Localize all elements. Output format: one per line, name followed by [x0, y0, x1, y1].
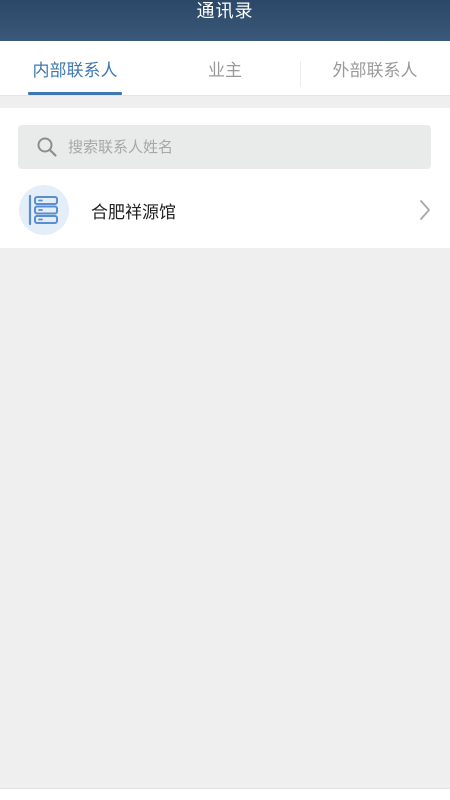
tab-internal-contacts[interactable]: 内部联系人 [0, 41, 150, 95]
tab-divider [300, 61, 301, 87]
search-bar[interactable] [18, 125, 431, 169]
app-header: 通讯录 [0, 0, 450, 41]
search-input[interactable] [68, 138, 398, 156]
contacts-icon[interactable] [213, 794, 237, 800]
tab-owners[interactable]: 业主 [150, 41, 300, 95]
tab-external-contacts[interactable]: 外部联系人 [300, 41, 450, 95]
document-icon[interactable] [62, 794, 88, 800]
tab-label: 外部联系人 [332, 60, 418, 81]
contact-name: 合肥祥源馆 [91, 203, 176, 223]
active-tab-indicator [28, 92, 122, 95]
chevron-right-icon [418, 198, 432, 222]
page-title: 通讯录 [196, 1, 254, 22]
settings-icon[interactable] [366, 794, 386, 800]
contact-list-item[interactable]: 合肥祥源馆 [0, 180, 450, 242]
tab-bar: 内部联系人 业主 外部联系人 [0, 41, 450, 96]
contacts-panel: 合肥祥源馆 [0, 108, 450, 248]
bottom-navigation [0, 788, 450, 800]
organization-icon [19, 185, 69, 235]
tab-label: 内部联系人 [32, 60, 118, 81]
tab-label: 业主 [208, 60, 242, 81]
search-icon [36, 136, 58, 158]
